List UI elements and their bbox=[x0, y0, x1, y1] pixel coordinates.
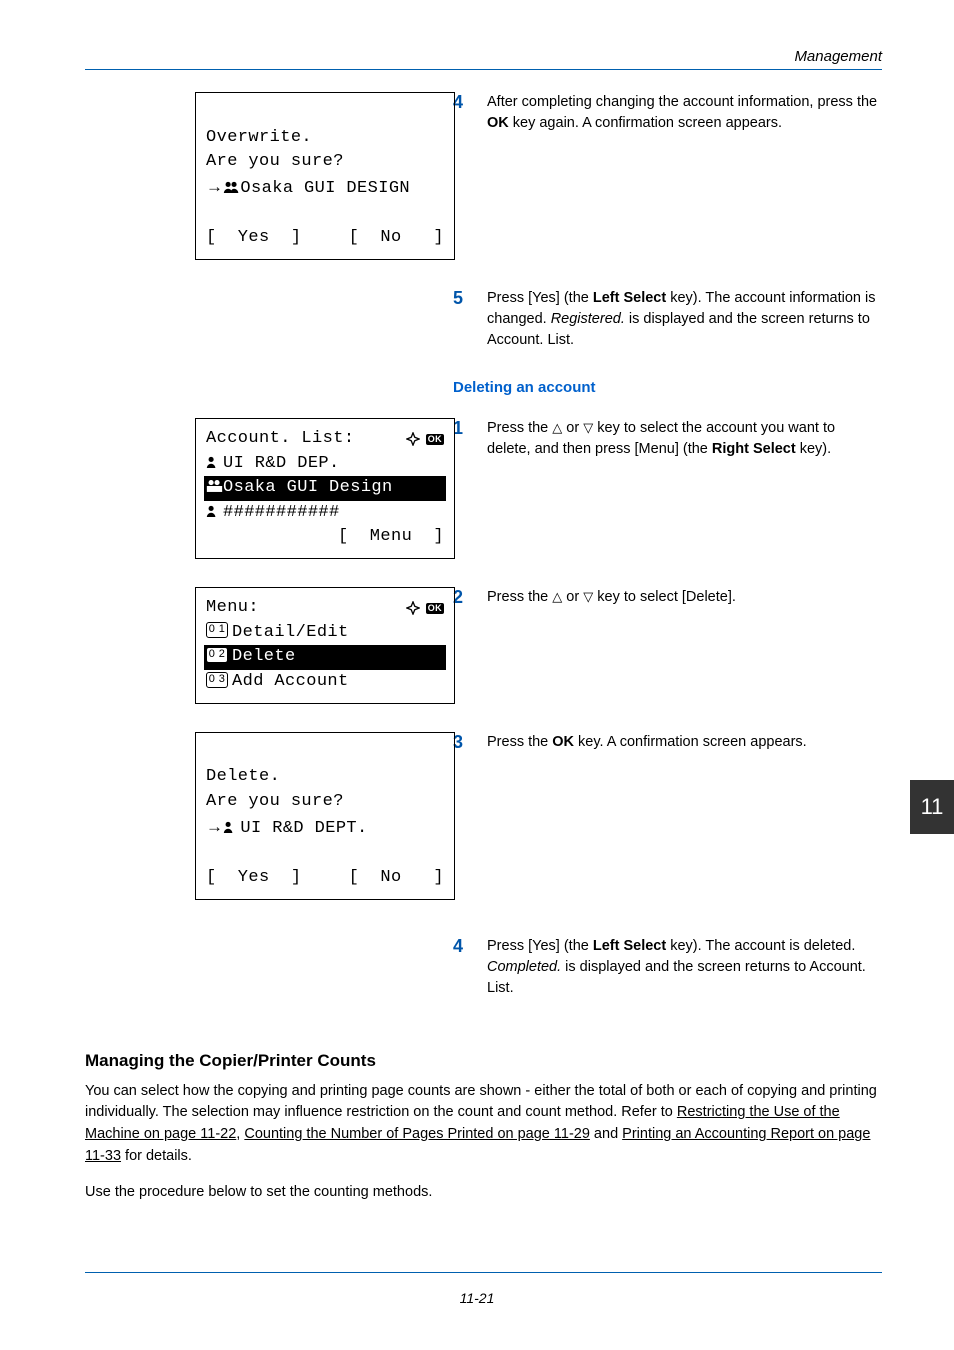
lcd2-row1: UI R&D DEP. bbox=[223, 454, 340, 473]
p1d: for details. bbox=[121, 1148, 192, 1164]
step-number-5: 5 bbox=[453, 288, 469, 351]
lcd2-row2[interactable]: Osaka GUI Design bbox=[223, 478, 393, 497]
lcd4-line2: Are you sure? bbox=[206, 792, 344, 811]
d4a: Press [Yes] (the bbox=[487, 938, 593, 954]
step5-text: Press [Yes] (the Left Select key). The a… bbox=[487, 288, 882, 351]
registered-msg: Registered. bbox=[551, 311, 625, 327]
para2: Use the procedure below to set the count… bbox=[85, 1182, 882, 1204]
lcd3-opt1[interactable]: Detail/Edit bbox=[232, 623, 349, 642]
s5a: Press [Yes] (the bbox=[487, 290, 593, 306]
ok-key-2: OK bbox=[552, 734, 574, 750]
nav-diamond-icon bbox=[406, 432, 420, 446]
up-triangle-icon: △ bbox=[552, 589, 562, 604]
lcd1-line2: Are you sure? bbox=[206, 152, 344, 171]
arrow-icon: → bbox=[206, 817, 223, 836]
deleting-account-heading: Deleting an account bbox=[453, 379, 882, 396]
lcd-account-list: Account. List: OK UI R&D DEP. Osaka GUI De… bbox=[195, 418, 455, 559]
left-select-key-2: Left Select bbox=[593, 938, 666, 954]
completed-msg: Completed. bbox=[487, 959, 561, 975]
d2a: Press the bbox=[487, 589, 552, 605]
num-badge-1: 0 1 bbox=[206, 622, 228, 638]
people-icon bbox=[206, 455, 223, 469]
d-step2: Press the △ or ▽ key to select [Delete]. bbox=[487, 587, 882, 608]
lcd2-title: Account. List: bbox=[206, 427, 354, 452]
para1: You can select how the copying and print… bbox=[85, 1081, 882, 1168]
lcd3-opt2[interactable]: Delete bbox=[232, 647, 296, 666]
lcd1-line3: Osaka GUI DESIGN bbox=[240, 179, 410, 198]
d1b: or bbox=[562, 420, 583, 436]
arrow-icon: → bbox=[206, 177, 223, 196]
d2c: key to select [Delete]. bbox=[593, 589, 736, 605]
link-counting[interactable]: Counting the Number of Pages Printed on … bbox=[244, 1126, 590, 1142]
down-triangle-icon: ▽ bbox=[583, 589, 593, 604]
left-select-key: Left Select bbox=[593, 290, 666, 306]
d1a: Press the bbox=[487, 420, 552, 436]
step-number-1: 1 bbox=[453, 418, 469, 460]
d1d: key). bbox=[796, 441, 831, 457]
step4-b: key again. A confirmation screen appears… bbox=[509, 115, 782, 131]
d4b: key). The account is deleted. bbox=[666, 938, 855, 954]
people-icon bbox=[223, 820, 240, 834]
people-icon bbox=[206, 479, 223, 493]
lcd4-line1: Delete. bbox=[206, 767, 280, 786]
lcd3-title: Menu: bbox=[206, 596, 259, 621]
d3a: Press the bbox=[487, 734, 552, 750]
chapter-tab: 11 bbox=[910, 780, 954, 834]
right-select-key: Right Select bbox=[712, 441, 796, 457]
up-triangle-icon: △ bbox=[552, 420, 562, 435]
p1c: and bbox=[590, 1126, 622, 1142]
lcd4-line3: UI R&D DEPT. bbox=[240, 819, 367, 838]
lcd4-no[interactable]: [ No ] bbox=[349, 866, 444, 891]
lcd1-no[interactable]: [ No ] bbox=[349, 226, 444, 251]
step4-a: After completing changing the account in… bbox=[487, 94, 877, 110]
header-section: Management bbox=[85, 48, 882, 65]
lcd2-menu[interactable]: [ Menu ] bbox=[338, 525, 444, 550]
lcd-overwrite-confirm: Overwrite. Are you sure? → Osaka GUI DESI… bbox=[195, 92, 455, 260]
d3b: key. A confirmation screen appears. bbox=[574, 734, 807, 750]
lcd-menu: Menu: OK 0 1Detail/Edit 0 2Delete 0 3Add A… bbox=[195, 587, 455, 704]
ok-icon: OK bbox=[426, 603, 444, 614]
ok-icon: OK bbox=[426, 434, 444, 445]
d-step3: Press the OK key. A confirmation screen … bbox=[487, 732, 882, 753]
step4-text: After completing changing the account in… bbox=[487, 92, 882, 134]
page-number: 11-21 bbox=[0, 1290, 954, 1306]
footer-rule bbox=[85, 1272, 882, 1273]
num-badge-3: 0 3 bbox=[206, 672, 228, 688]
step-number-4: 4 bbox=[453, 92, 469, 134]
lcd2-row3: ########### bbox=[223, 503, 340, 522]
nav-diamond-icon bbox=[406, 601, 420, 615]
d-step4: Press [Yes] (the Left Select key). The a… bbox=[487, 936, 882, 999]
step-number-2: 2 bbox=[453, 587, 469, 608]
step-number-4b: 4 bbox=[453, 936, 469, 999]
d-step1: Press the △ or ▽ key to select the accou… bbox=[487, 418, 882, 460]
header-rule bbox=[85, 69, 882, 70]
step-number-3: 3 bbox=[453, 732, 469, 753]
people-icon bbox=[206, 504, 223, 518]
lcd4-yes[interactable]: [ Yes ] bbox=[206, 866, 301, 891]
d2b: or bbox=[562, 589, 583, 605]
lcd1-line1: Overwrite. bbox=[206, 128, 312, 147]
num-badge-2: 0 2 bbox=[206, 647, 228, 663]
lcd3-opt3[interactable]: Add Account bbox=[232, 672, 349, 691]
lcd-delete-confirm: Delete. Are you sure? → UI R&D DEPT. [ Ye… bbox=[195, 732, 455, 900]
lcd1-yes[interactable]: [ Yes ] bbox=[206, 226, 301, 251]
down-triangle-icon: ▽ bbox=[583, 420, 593, 435]
ok-key: OK bbox=[487, 115, 509, 131]
people-icon bbox=[223, 180, 240, 194]
managing-counts-heading: Managing the Copier/Printer Counts bbox=[85, 1051, 882, 1071]
